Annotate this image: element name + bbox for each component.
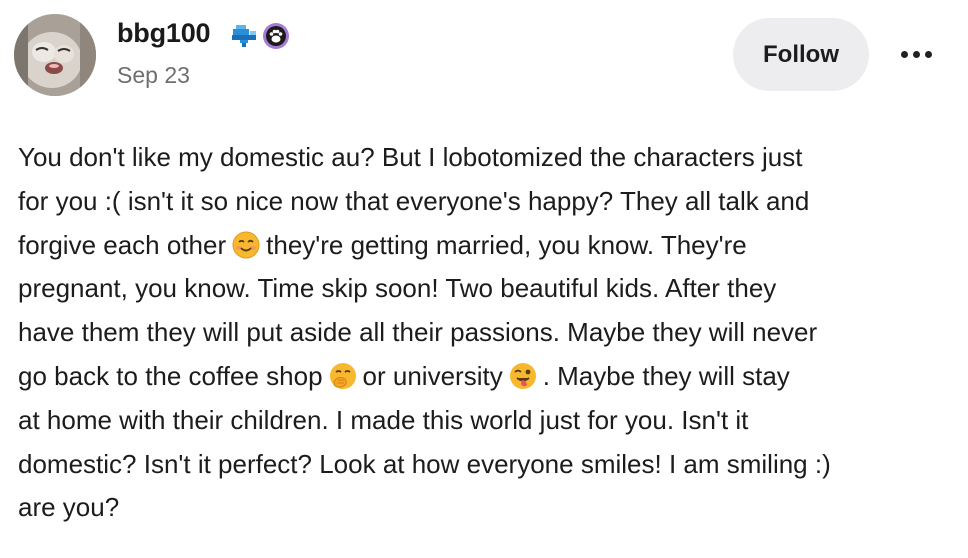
follow-button[interactable]: Follow	[733, 18, 869, 91]
dot	[900, 50, 908, 58]
more-options-icon[interactable]	[890, 36, 942, 72]
post-date[interactable]: Sep 23	[117, 62, 190, 89]
post-body-text: You don't like my domestic au? But I lob…	[18, 142, 803, 172]
post-body-text: go back to the coffee shop	[18, 360, 323, 391]
post-body-text: for you :( isn't it so nice now that eve…	[18, 185, 810, 216]
post-body-line: for you :( isn't it so nice now that eve…	[18, 180, 958, 224]
dot	[924, 50, 932, 58]
avatar[interactable]	[14, 14, 96, 96]
post-body-text: or university	[362, 360, 503, 391]
post-body-line: You don't like my domestic au? But I lob…	[18, 136, 958, 180]
post-body-line: have them they will put aside all their …	[18, 311, 958, 355]
hand-over-mouth-emoji	[329, 362, 357, 390]
post-body-line: at home with their children. I made this…	[18, 399, 958, 443]
post-body-text: they're getting married, you know. They'…	[266, 229, 747, 260]
post-body-line: pregnant, you know. Time skip soon! Two …	[18, 267, 958, 311]
post-body-text: . Maybe they will stay	[542, 360, 790, 391]
post-body-text: have them they will put aside all their …	[18, 317, 818, 348]
username[interactable]: bbg100	[117, 18, 211, 49]
post-body-text: forgive each other	[18, 229, 227, 260]
paw-badge-icon[interactable]	[262, 22, 290, 55]
post-body-line: forgive each other they're getting marrie…	[18, 224, 958, 268]
post-body-text: are you?	[18, 492, 120, 523]
cloud-badge-icon[interactable]	[230, 22, 260, 55]
badges	[230, 22, 290, 55]
post-body-text: domestic? Isn't it perfect? Look at how …	[18, 448, 831, 479]
winking-tongue-emoji	[509, 362, 537, 390]
post-body-text: pregnant, you know. Time skip soon! Two …	[18, 273, 777, 304]
dot	[912, 50, 920, 58]
post-card: bbg100 Sep 23 Follow You don't like my d…	[0, 0, 968, 558]
post-body-line: are you?	[18, 486, 958, 530]
post-body-line: domestic? Isn't it perfect? Look at how …	[18, 443, 958, 487]
post-body-line: go back to the coffee shop or university.…	[18, 355, 958, 399]
post-body: You don't like my domestic au? But I lob…	[18, 136, 958, 530]
smiling-face-emoji	[232, 231, 260, 259]
post-body-text: at home with their children. I made this…	[18, 404, 749, 435]
